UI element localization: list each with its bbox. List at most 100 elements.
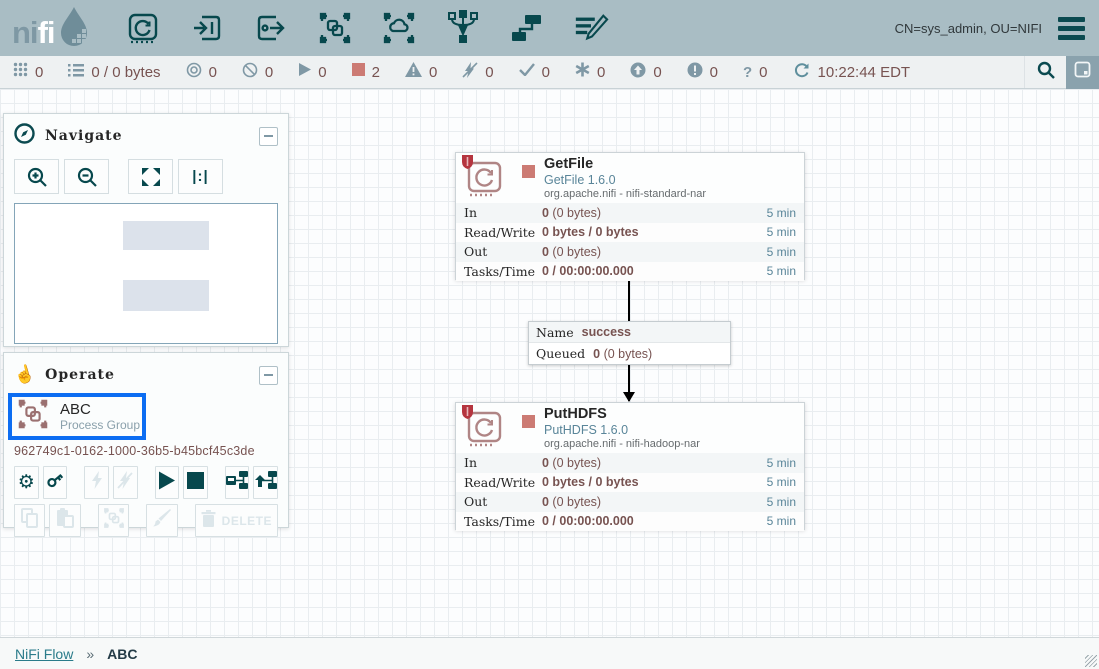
birdseye-minimap[interactable]	[14, 203, 278, 344]
access-policies-button[interactable]	[43, 466, 68, 499]
zoom-in-button[interactable]	[14, 159, 59, 194]
up-to-date-icon	[519, 63, 535, 81]
minimap-processor-rect	[123, 280, 209, 311]
invalid-icon	[405, 62, 422, 82]
zoom-fit-button[interactable]	[128, 159, 173, 194]
save-template-button[interactable]	[225, 466, 250, 499]
connection-queued-value: 0 (0 bytes)	[593, 347, 652, 361]
stat-row-out: Out 0 (0 bytes) 5 min	[456, 242, 804, 262]
processor-name: GetFile	[544, 156, 706, 173]
group-button	[98, 504, 129, 537]
processor-getfile[interactable]: GetFile GetFile 1.6.0 org.apache.nifi - …	[455, 152, 805, 280]
zoom-actual-size-button[interactable]: |:|	[178, 159, 223, 194]
processor-type: PutHDFS 1.6.0	[544, 423, 700, 438]
processor-bundle: org.apache.nifi - nifi-hadoop-nar	[544, 438, 700, 451]
active-threads-icon	[13, 62, 28, 82]
locally-modified-stale-count: 0	[710, 64, 718, 81]
panel-toggle-button[interactable]	[1066, 56, 1099, 89]
processor-header: GetFile GetFile 1.6.0 org.apache.nifi - …	[456, 153, 804, 203]
restricted-shield-icon	[461, 404, 474, 425]
navigate-collapse-button[interactable]	[259, 127, 278, 146]
global-menu-icon[interactable]	[1058, 17, 1085, 40]
operate-buttons-row-1: ⚙	[14, 466, 278, 499]
one-to-one-label: |:|	[192, 168, 208, 185]
template-icon[interactable]	[509, 10, 545, 46]
stopped-count: 2	[372, 64, 380, 81]
breadcrumb-separator: »	[86, 646, 94, 662]
connection-name-value: success	[582, 325, 631, 339]
locally-modified-icon	[575, 62, 590, 82]
connection-queued-row: Queued 0 (0 bytes)	[529, 343, 730, 364]
flow-canvas[interactable]: Navigate |:|	[0, 89, 1099, 637]
processor-stats: In 0 (0 bytes) 5 min Read/Write 0 bytes …	[456, 453, 804, 531]
output-port-icon[interactable]	[253, 10, 289, 46]
up-to-date-stat: 0	[519, 63, 550, 81]
up-to-date-count: 0	[542, 64, 550, 81]
resize-grip[interactable]	[1085, 655, 1097, 667]
label-icon[interactable]	[573, 10, 609, 46]
configure-button[interactable]: ⚙	[14, 466, 39, 499]
trash-icon	[201, 510, 216, 532]
locally-modified-stale-stat: 0	[687, 62, 718, 83]
processor-bundle: org.apache.nifi - nifi-standard-nar	[544, 188, 706, 201]
stale-icon	[630, 62, 646, 83]
enable-button	[84, 466, 109, 499]
stop-button[interactable]	[183, 466, 208, 499]
operate-selection-highlight[interactable]: ABC Process Group	[8, 393, 146, 440]
navigate-buttons: |:|	[14, 159, 278, 194]
processor-name: PutHDFS	[544, 406, 700, 423]
upload-template-button[interactable]	[253, 466, 278, 499]
nifi-logo-text: nifi	[12, 13, 55, 53]
navigate-title: Navigate	[45, 128, 123, 144]
processor-type-icon	[464, 407, 508, 449]
sync-failure-stat: ? 0	[743, 64, 768, 81]
header-right: CN=sys_admin, OU=NIFI	[895, 17, 1085, 40]
funnel-icon[interactable]	[445, 10, 481, 46]
transmitting-count: 0	[209, 64, 217, 81]
gear-icon: ⚙	[18, 473, 35, 492]
copy-icon	[21, 508, 39, 533]
flow-status-bar: 0 0 / 0 bytes 0	[0, 56, 1099, 89]
operate-header: ☝ Operate	[14, 362, 278, 388]
selection-id: 962749c1-0162-1000-36b5-b45bcf45c3de	[14, 444, 278, 458]
process-group-icon[interactable]	[317, 10, 353, 46]
queued-stat: 0 / 0 bytes	[68, 63, 160, 82]
paste-icon	[56, 508, 74, 533]
connection-name-row: Name success	[529, 322, 730, 343]
breadcrumb: NiFi Flow » ABC	[0, 637, 1099, 669]
navigate-header: Navigate	[14, 123, 278, 149]
current-user[interactable]: CN=sys_admin, OU=NIFI	[895, 21, 1042, 36]
operate-buttons-row-2: DELETE	[14, 504, 278, 537]
breadcrumb-root-link[interactable]: NiFi Flow	[15, 646, 73, 662]
sync-failure-count: 0	[759, 64, 767, 81]
sync-failure-icon: ?	[743, 64, 752, 81]
zoom-out-button[interactable]	[64, 159, 109, 194]
operate-collapse-button[interactable]	[259, 366, 278, 385]
play-icon	[158, 471, 175, 495]
input-port-icon[interactable]	[189, 10, 225, 46]
last-refresh-time: 10:22:44 EDT	[818, 64, 911, 81]
search-icon	[1037, 61, 1055, 84]
stat-row-tasks: Tasks/Time 0 / 00:00:00.000 5 min	[456, 512, 804, 532]
color-button	[146, 504, 177, 537]
connection-label[interactable]: Name success Queued 0 (0 bytes)	[528, 321, 731, 365]
navigate-panel: Navigate |:|	[3, 113, 289, 347]
stopped-icon	[352, 63, 365, 81]
not-transmitting-icon	[242, 62, 258, 83]
disabled-icon	[462, 62, 478, 83]
refresh-group[interactable]: 10:22:44 EDT	[793, 62, 911, 83]
stopped-status-square	[522, 415, 535, 428]
invalid-stat: 0	[405, 62, 437, 82]
remote-process-group-icon[interactable]	[381, 10, 417, 46]
start-button[interactable]	[155, 466, 180, 499]
processor-icon[interactable]	[125, 10, 161, 46]
active-threads-count: 0	[35, 64, 43, 81]
refresh-icon[interactable]	[793, 62, 810, 83]
lightning-icon	[89, 471, 105, 494]
search-button[interactable]	[1024, 56, 1066, 88]
processor-type: GetFile 1.6.0	[544, 173, 706, 188]
processor-puthdfs[interactable]: PutHDFS PutHDFS 1.6.0 org.apache.nifi - …	[455, 402, 805, 530]
copy-button	[14, 504, 45, 537]
stat-row-tasks: Tasks/Time 0 / 00:00:00.000 5 min	[456, 262, 804, 282]
hand-pointer-icon: ☝	[12, 363, 38, 388]
